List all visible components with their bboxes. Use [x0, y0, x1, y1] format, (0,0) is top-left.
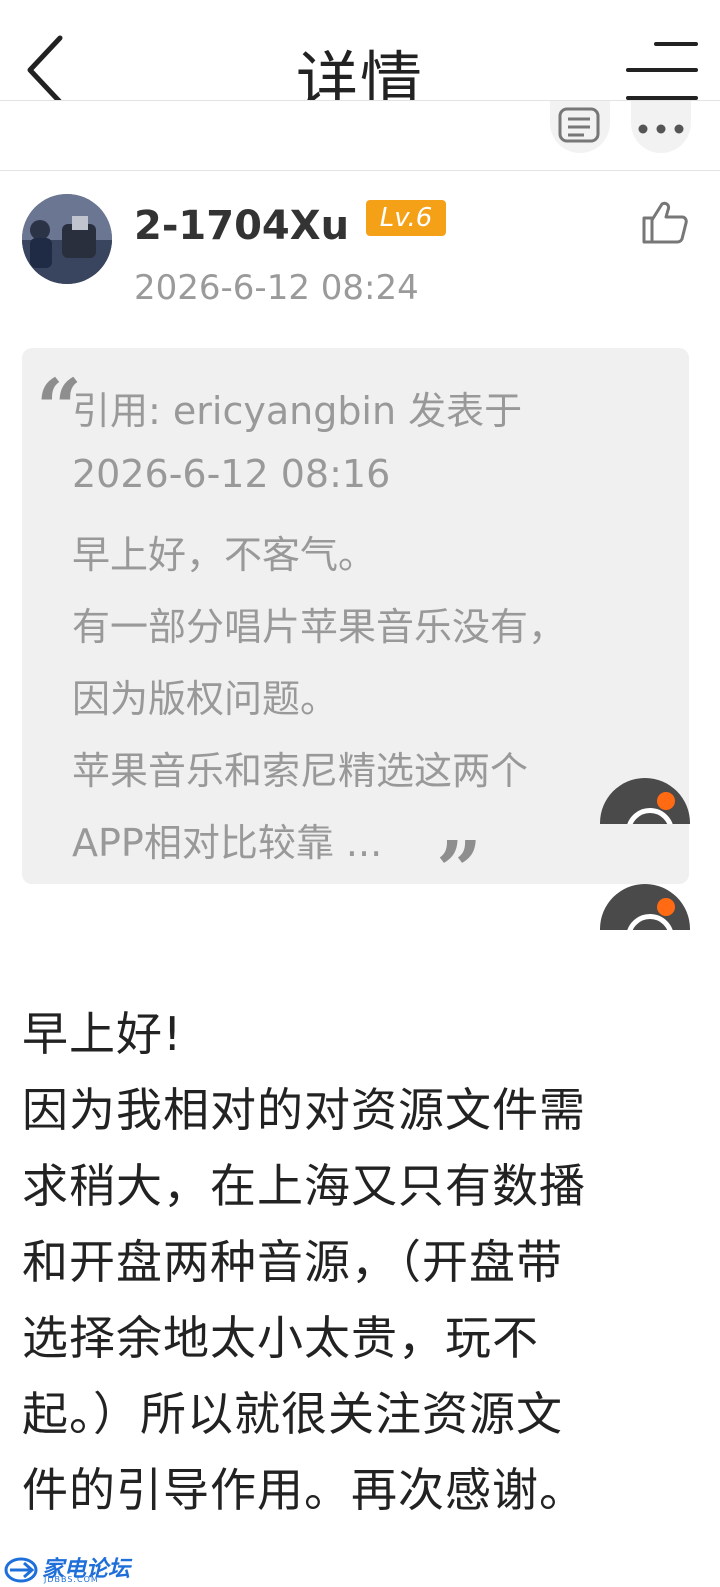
- post-body-line: 求稍大，在上海又只有数播: [22, 1159, 586, 1213]
- post-body-line: 早上好!: [22, 1007, 183, 1061]
- quote-line: 引用: ericyangbin 发表于: [72, 389, 523, 433]
- username[interactable]: 2-1704Xu: [134, 203, 349, 249]
- quote-close-mark: ”: [436, 823, 483, 917]
- quote-line: 有一部分唱片苹果音乐没有，: [72, 605, 567, 649]
- level-badge: Lv.6: [366, 200, 446, 236]
- thumbs-up-icon: [642, 201, 688, 244]
- post-body-line: 因为我相对的对资源文件需: [22, 1083, 586, 1137]
- site-logo-icon: [4, 1557, 38, 1583]
- watermark-domain: JDBBS.COM: [44, 1575, 99, 1584]
- post-body-line: 和开盘两种音源，（开盘带: [22, 1235, 563, 1289]
- floating-disc-button[interactable]: [600, 778, 690, 824]
- comment-icon: [558, 107, 600, 143]
- comment-button[interactable]: [550, 101, 610, 153]
- like-button[interactable]: [640, 198, 688, 246]
- top-bar: 详情: [0, 0, 720, 117]
- quote-line: APP相对比较靠 ...: [72, 821, 383, 865]
- post-body-line: 起。）所以就很关注资源文: [22, 1387, 563, 1441]
- avatar-image: [22, 194, 112, 284]
- quote-line: 早上好，不客气。: [72, 533, 377, 577]
- avatar[interactable]: [22, 194, 112, 284]
- more-options-button[interactable]: [631, 101, 691, 153]
- quote-line: 因为版权问题。: [72, 677, 339, 721]
- quote-line: 2026-6-12 08:16: [72, 452, 391, 496]
- quote-line: 苹果音乐和索尼精选这两个: [72, 749, 529, 793]
- post-body-line: 件的引导作用。再次感谢。: [22, 1463, 586, 1517]
- notification-dot: [657, 898, 675, 916]
- floating-disc-button[interactable]: [600, 884, 690, 930]
- post-toolbar: [0, 101, 720, 169]
- notification-dot: [657, 792, 675, 810]
- post-timestamp: 2026-6-12 08:24: [134, 268, 419, 308]
- toolbar-divider: [0, 170, 720, 171]
- post-body-line: 选择余地太小太贵，玩不: [22, 1311, 539, 1365]
- menu-line-middle: [626, 68, 698, 72]
- menu-line-top: [654, 42, 698, 46]
- more-dots-icon: [638, 124, 684, 134]
- watermark: 家电论坛 JDBBS.COM: [4, 1553, 134, 1585]
- menu-button[interactable]: [626, 40, 698, 104]
